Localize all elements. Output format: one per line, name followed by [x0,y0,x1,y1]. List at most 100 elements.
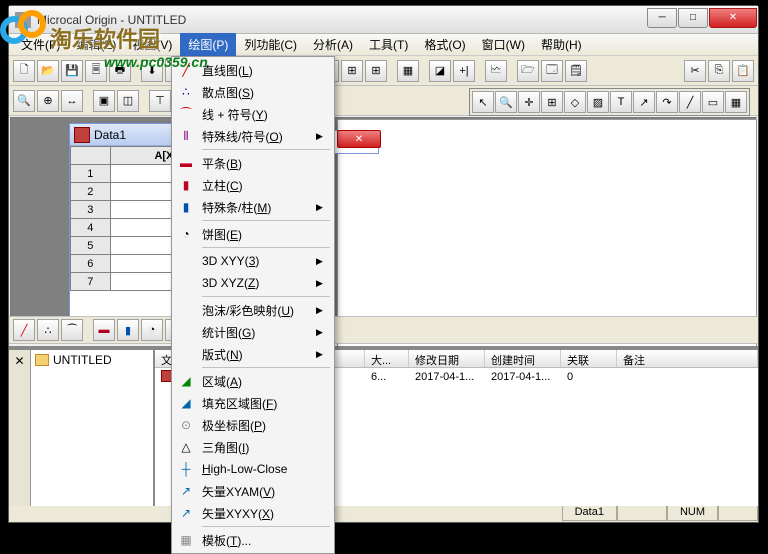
addcol-icon[interactable]: +| [453,60,475,82]
menu-item-hlc[interactable]: ┼High-Low-Close [174,458,332,480]
menu-analysis[interactable]: 分析(A) [305,33,361,56]
menu-item-special[interactable]: ⦀特殊线/符号(O)▶ [174,125,332,147]
menu-help[interactable]: 帮助(H) [533,33,590,56]
menu-item-label: High-Low-Close [198,462,316,476]
pie-plot-icon[interactable]: ◔ [141,319,163,341]
data-selector-icon[interactable]: ◇ [564,91,586,113]
project-icon[interactable]: 🗁 [517,60,539,82]
minimize-button[interactable]: ─ [647,8,677,28]
submenu-arrow-icon: ▶ [316,131,326,142]
line-sym-icon: ⁀ [174,103,198,125]
rect-tool-icon[interactable]: ▭ [702,91,724,113]
col-size[interactable]: 大... [365,350,409,367]
new-matrix-icon[interactable]: ⊞ [341,60,363,82]
rescan-icon[interactable]: ◪ [429,60,451,82]
spbar-icon: ▮ [174,196,198,218]
arrow-tool-icon[interactable]: ↗ [633,91,655,113]
menu-window[interactable]: 窗口(W) [474,33,533,56]
col-create[interactable]: 创建时间 [485,350,561,367]
3dxyy-icon [174,250,198,272]
menu-item-label: 三角图(I) [198,439,316,456]
col-mod[interactable]: 修改日期 [409,350,485,367]
add-top-icon[interactable]: ⊤ [149,90,171,112]
menu-item-label: 平条(B) [198,155,316,172]
curved-arrow-icon[interactable]: ↷ [656,91,678,113]
zoom-icon[interactable]: 🔍 [13,90,35,112]
menu-item-scatter[interactable]: ∴散点图(S) [174,81,332,103]
menu-format[interactable]: 格式(O) [416,33,473,56]
tree-root-item[interactable]: UNTITLED [33,352,151,368]
menu-item-panel[interactable]: 版式(N)▶ [174,343,332,365]
menu-item-pie[interactable]: ◔饼图(E) [174,223,332,245]
results-icon[interactable]: 🗠 [485,60,507,82]
save-icon[interactable]: 💾 [61,60,83,82]
extract-icon[interactable]: ◫ [117,90,139,112]
menu-column[interactable]: 列功能(C) [236,33,305,56]
menu-item-farea[interactable]: ◢填充区域图(F) [174,392,332,414]
menu-item-label: 线 + 符号(Y) [198,106,316,123]
text-tool-icon[interactable]: T [610,91,632,113]
menu-item-area[interactable]: ◢区域(A) [174,370,332,392]
menu-item-3dxyy[interactable]: 3D XYY(3)▶ [174,250,332,272]
menu-item-3dxyz[interactable]: 3D XYZ(Z)▶ [174,272,332,294]
magnify-icon[interactable]: 🔍 [495,91,517,113]
explorer-icon[interactable]: 🗔 [541,60,563,82]
layer-icon[interactable]: ▣ [93,90,115,112]
screen-reader-icon[interactable]: ⊞ [541,91,563,113]
menu-item-line-sym[interactable]: ⁀线 + 符号(Y) [174,103,332,125]
line-symbol-icon[interactable]: ⁀ [61,319,83,341]
row-header[interactable]: 5 [71,237,111,255]
menu-item-vxyam[interactable]: ↗矢量XYAM(V) [174,480,332,502]
row-header[interactable]: 4 [71,219,111,237]
col-note[interactable]: 备注 [617,350,758,367]
row-header[interactable]: 6 [71,255,111,273]
mask-icon[interactable]: ▨ [587,91,609,113]
item-link: 0 [561,370,617,384]
data-reader-icon[interactable]: ✛ [518,91,540,113]
menu-item-label: 立柱(C) [198,177,316,194]
bubble-icon [174,299,198,321]
close-button[interactable]: ✕ [709,8,757,28]
paste-icon[interactable]: 📋 [732,60,754,82]
menu-item-vxyxy[interactable]: ↗矢量XYXY(X) [174,502,332,524]
menu-tools[interactable]: 工具(T) [361,33,416,56]
menu-plot[interactable]: 绘图(P) [180,33,236,56]
row-header[interactable]: 2 [71,183,111,201]
copy-icon[interactable]: ⎘ [708,60,730,82]
line-tool-icon[interactable]: ╱ [679,91,701,113]
maximize-button[interactable]: □ [678,8,708,28]
menu-item-hbar[interactable]: ▬平条(B) [174,152,332,174]
row-header[interactable]: 7 [71,273,111,291]
cut-icon[interactable]: ✂ [684,60,706,82]
row-header[interactable]: 3 [71,201,111,219]
enlarge-icon[interactable]: ⊕ [37,90,59,112]
menu-item-spbar[interactable]: ▮特殊条/柱(M)▶ [174,196,332,218]
column-plot-icon[interactable]: ▮ [117,319,139,341]
pointer-icon[interactable]: ↖ [472,91,494,113]
menu-item-polar[interactable]: ⊙极坐标图(P) [174,414,332,436]
menu-item-tern[interactable]: △三角图(I) [174,436,332,458]
menu-item-stat[interactable]: 统计图(G)▶ [174,321,332,343]
notes-icon[interactable]: 🗒 [565,60,587,82]
menu-item-bubble[interactable]: 泡沫/彩色映射(U)▶ [174,299,332,321]
col-link[interactable]: 关联 [561,350,617,367]
region-tool-icon[interactable]: ▦ [725,91,747,113]
bar-plot-icon[interactable]: ▬ [93,319,115,341]
tools-panel: ↖ 🔍 ✛ ⊞ ◇ ▨ T ↗ ↷ ╱ ▭ ▦ [469,88,750,116]
new-notes-icon[interactable]: ⊞ [365,60,387,82]
row-header[interactable]: 1 [71,165,111,183]
vxyam-icon: ↗ [174,480,198,502]
scatter-plot-icon[interactable]: ∴ [37,319,59,341]
layout-icon[interactable]: ▦ [397,60,419,82]
plot-dropdown-menu: ╱直线图(L)∴散点图(S)⁀线 + 符号(Y)⦀特殊线/符号(O)▶▬平条(B… [171,56,335,554]
new-icon[interactable]: 🗋 [13,60,35,82]
watermark-logo [0,8,54,56]
open-icon[interactable]: 📂 [37,60,59,82]
menu-item-tmpl[interactable]: ▦模板(T)... [174,529,332,551]
rescale-icon[interactable]: ↔ [61,90,83,112]
child-close-button[interactable]: ✕ [337,130,381,148]
menu-item-vbar[interactable]: ▮立柱(C) [174,174,332,196]
explorer-tab[interactable]: ✕ [9,350,31,506]
folder-tree[interactable]: UNTITLED [31,350,155,506]
line-plot-icon[interactable]: ╱ [13,319,35,341]
